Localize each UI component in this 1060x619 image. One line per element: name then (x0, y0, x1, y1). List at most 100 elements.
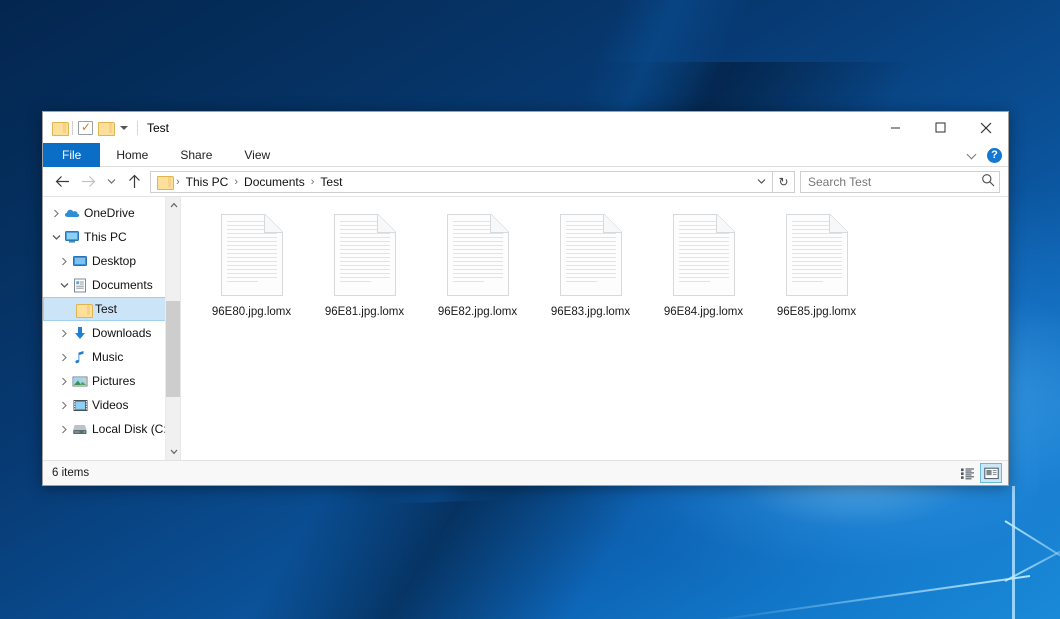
chevron-down-icon[interactable] (49, 230, 63, 244)
quick-access-toolbar (43, 121, 128, 135)
tab-view[interactable]: View (228, 143, 286, 167)
refresh-icon[interactable]: ↻ (773, 171, 795, 193)
sidebar-item-label: Videos (89, 398, 128, 412)
file-name: 96E81.jpg.lomx (325, 305, 404, 319)
sidebar-item-label: Local Disk (C:) (89, 422, 171, 436)
sidebar-item-desktop[interactable]: Desktop (43, 249, 180, 273)
chevron-right-icon[interactable] (57, 326, 71, 340)
chevron-down-icon[interactable] (752, 178, 770, 185)
sidebar-item-label: Desktop (89, 254, 136, 268)
list-item[interactable]: 96E84.jpg.lomx (647, 211, 760, 333)
new-folder-icon[interactable] (98, 121, 113, 134)
sidebar-item-label: OneDrive (81, 206, 135, 220)
scroll-down-icon[interactable] (166, 444, 180, 460)
maximize-icon[interactable] (918, 112, 963, 143)
window-body: OneDrive This PC (43, 196, 1008, 460)
ribbon-right-controls: ? (968, 143, 1002, 167)
chevron-down-icon[interactable] (968, 151, 977, 160)
generic-document-icon (447, 214, 509, 296)
scroll-up-icon[interactable] (166, 197, 180, 213)
list-item[interactable]: 96E81.jpg.lomx (308, 211, 421, 333)
sidebar-item-local-disk-c[interactable]: Local Disk (C:) (43, 417, 180, 441)
breadcrumb[interactable]: › This PC › Documents › Test (150, 171, 773, 193)
music-note-icon (71, 350, 89, 365)
generic-document-icon (673, 214, 735, 296)
generic-document-icon (334, 214, 396, 296)
file-list-area[interactable]: 96E80.jpg.lomx 96E81.jpg.lomx (181, 197, 1008, 460)
breadcrumb-documents[interactable]: Documents (239, 172, 310, 192)
window-controls (873, 112, 1008, 143)
sidebar-item-downloads[interactable]: Downloads (43, 321, 180, 345)
windows-logo-stroke (1012, 486, 1015, 619)
chevron-right-icon[interactable] (57, 254, 71, 268)
sidebar-item-this-pc[interactable]: This PC (43, 225, 180, 249)
chevron-right-icon[interactable] (57, 374, 71, 388)
chevron-down-icon[interactable] (120, 126, 128, 130)
generic-document-icon (560, 214, 622, 296)
up-arrow-icon[interactable] (121, 170, 147, 194)
close-icon[interactable] (963, 112, 1008, 143)
pictures-icon (71, 375, 89, 388)
tab-file[interactable]: File (43, 143, 100, 167)
title-bar: Test (43, 112, 1008, 143)
chevron-down-icon[interactable] (57, 278, 71, 292)
scrollbar-thumb[interactable] (166, 301, 180, 397)
local-disk-icon (71, 423, 89, 436)
recent-locations-chevron-icon[interactable] (101, 170, 121, 194)
onedrive-cloud-icon (63, 207, 81, 219)
ribbon-tab-bar: File Home Share View ? (43, 143, 1008, 167)
minimize-icon[interactable] (873, 112, 918, 143)
help-icon[interactable]: ? (987, 148, 1002, 163)
this-pc-monitor-icon (63, 230, 81, 244)
folder-icon[interactable] (52, 121, 67, 134)
tab-share[interactable]: Share (164, 143, 228, 167)
window-title: Test (137, 121, 169, 135)
search-box[interactable] (800, 171, 1000, 193)
chevron-right-icon[interactable] (57, 398, 71, 412)
sidebar-item-test[interactable]: Test (43, 297, 180, 321)
sidebar-item-label: Music (89, 350, 123, 364)
file-name: 96E84.jpg.lomx (664, 305, 743, 319)
status-bar: 6 items (43, 460, 1008, 485)
documents-icon (71, 278, 89, 293)
search-icon[interactable] (981, 173, 995, 190)
sidebar-scrollbar[interactable] (165, 197, 180, 460)
list-item[interactable]: 96E85.jpg.lomx (760, 211, 873, 333)
breadcrumb-this-pc[interactable]: This PC (181, 172, 234, 192)
folder-icon (74, 303, 92, 316)
breadcrumb-test[interactable]: Test (315, 172, 347, 192)
sidebar-item-label: Pictures (89, 374, 135, 388)
sidebar-item-videos[interactable]: Videos (43, 393, 180, 417)
sidebar-item-pictures[interactable]: Pictures (43, 369, 180, 393)
large-icons-view-button[interactable] (980, 463, 1002, 483)
sidebar-item-label: This PC (81, 230, 127, 244)
list-item[interactable]: 96E83.jpg.lomx (534, 211, 647, 333)
generic-document-icon (786, 214, 848, 296)
properties-checkbox-icon[interactable] (78, 121, 93, 135)
file-grid: 96E80.jpg.lomx 96E81.jpg.lomx (195, 211, 1008, 333)
back-arrow-icon[interactable] (49, 170, 75, 194)
details-view-button[interactable] (956, 463, 978, 483)
sidebar-item-label: Downloads (89, 326, 151, 340)
file-name: 96E83.jpg.lomx (551, 305, 630, 319)
file-explorer-window: Test File Home Share View ? (42, 111, 1009, 486)
tab-home[interactable]: Home (100, 143, 164, 167)
list-item[interactable]: 96E82.jpg.lomx (421, 211, 534, 333)
sidebar-item-onedrive[interactable]: OneDrive (43, 201, 180, 225)
address-bar: › This PC › Documents › Test ↻ (43, 167, 1008, 196)
sidebar-item-music[interactable]: Music (43, 345, 180, 369)
folder-icon (157, 175, 172, 188)
sidebar-item-documents[interactable]: Documents (43, 273, 180, 297)
sidebar-item-label: Documents (89, 278, 153, 292)
list-item[interactable]: 96E80.jpg.lomx (195, 211, 308, 333)
search-input[interactable] (808, 175, 981, 189)
desktop-icon (71, 255, 89, 268)
navigation-pane: OneDrive This PC (43, 197, 180, 460)
file-name: 96E82.jpg.lomx (438, 305, 517, 319)
chevron-right-icon[interactable] (57, 350, 71, 364)
divider (72, 121, 73, 135)
generic-document-icon (221, 214, 283, 296)
chevron-right-icon[interactable] (49, 206, 63, 220)
videos-film-icon (71, 399, 89, 412)
chevron-right-icon[interactable] (57, 422, 71, 436)
